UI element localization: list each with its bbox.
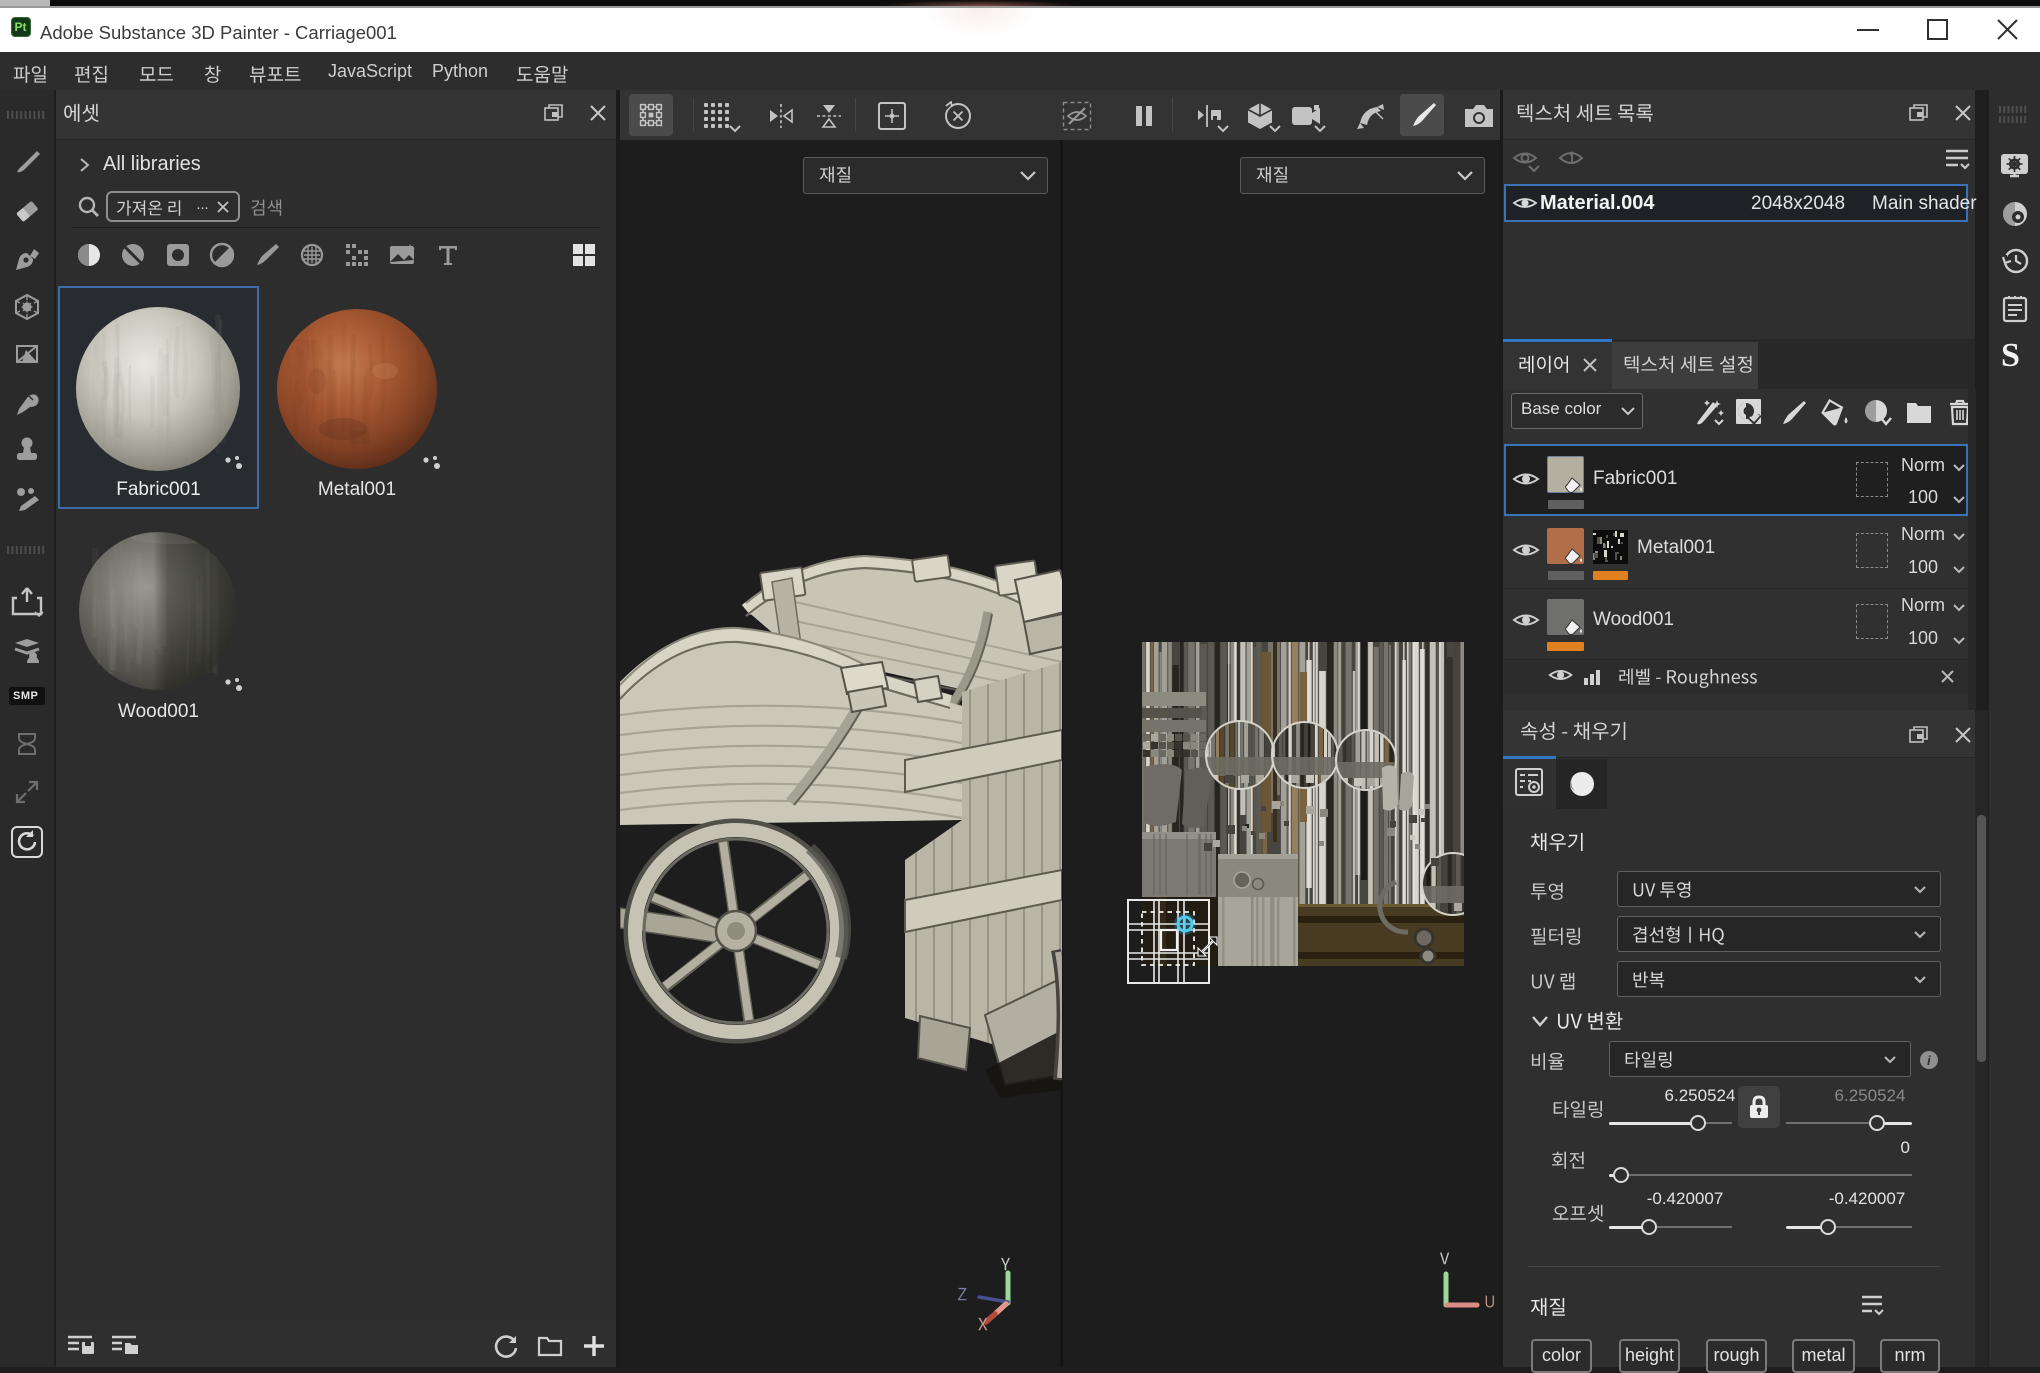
svg-text:i: i: [1927, 1053, 1931, 1068]
